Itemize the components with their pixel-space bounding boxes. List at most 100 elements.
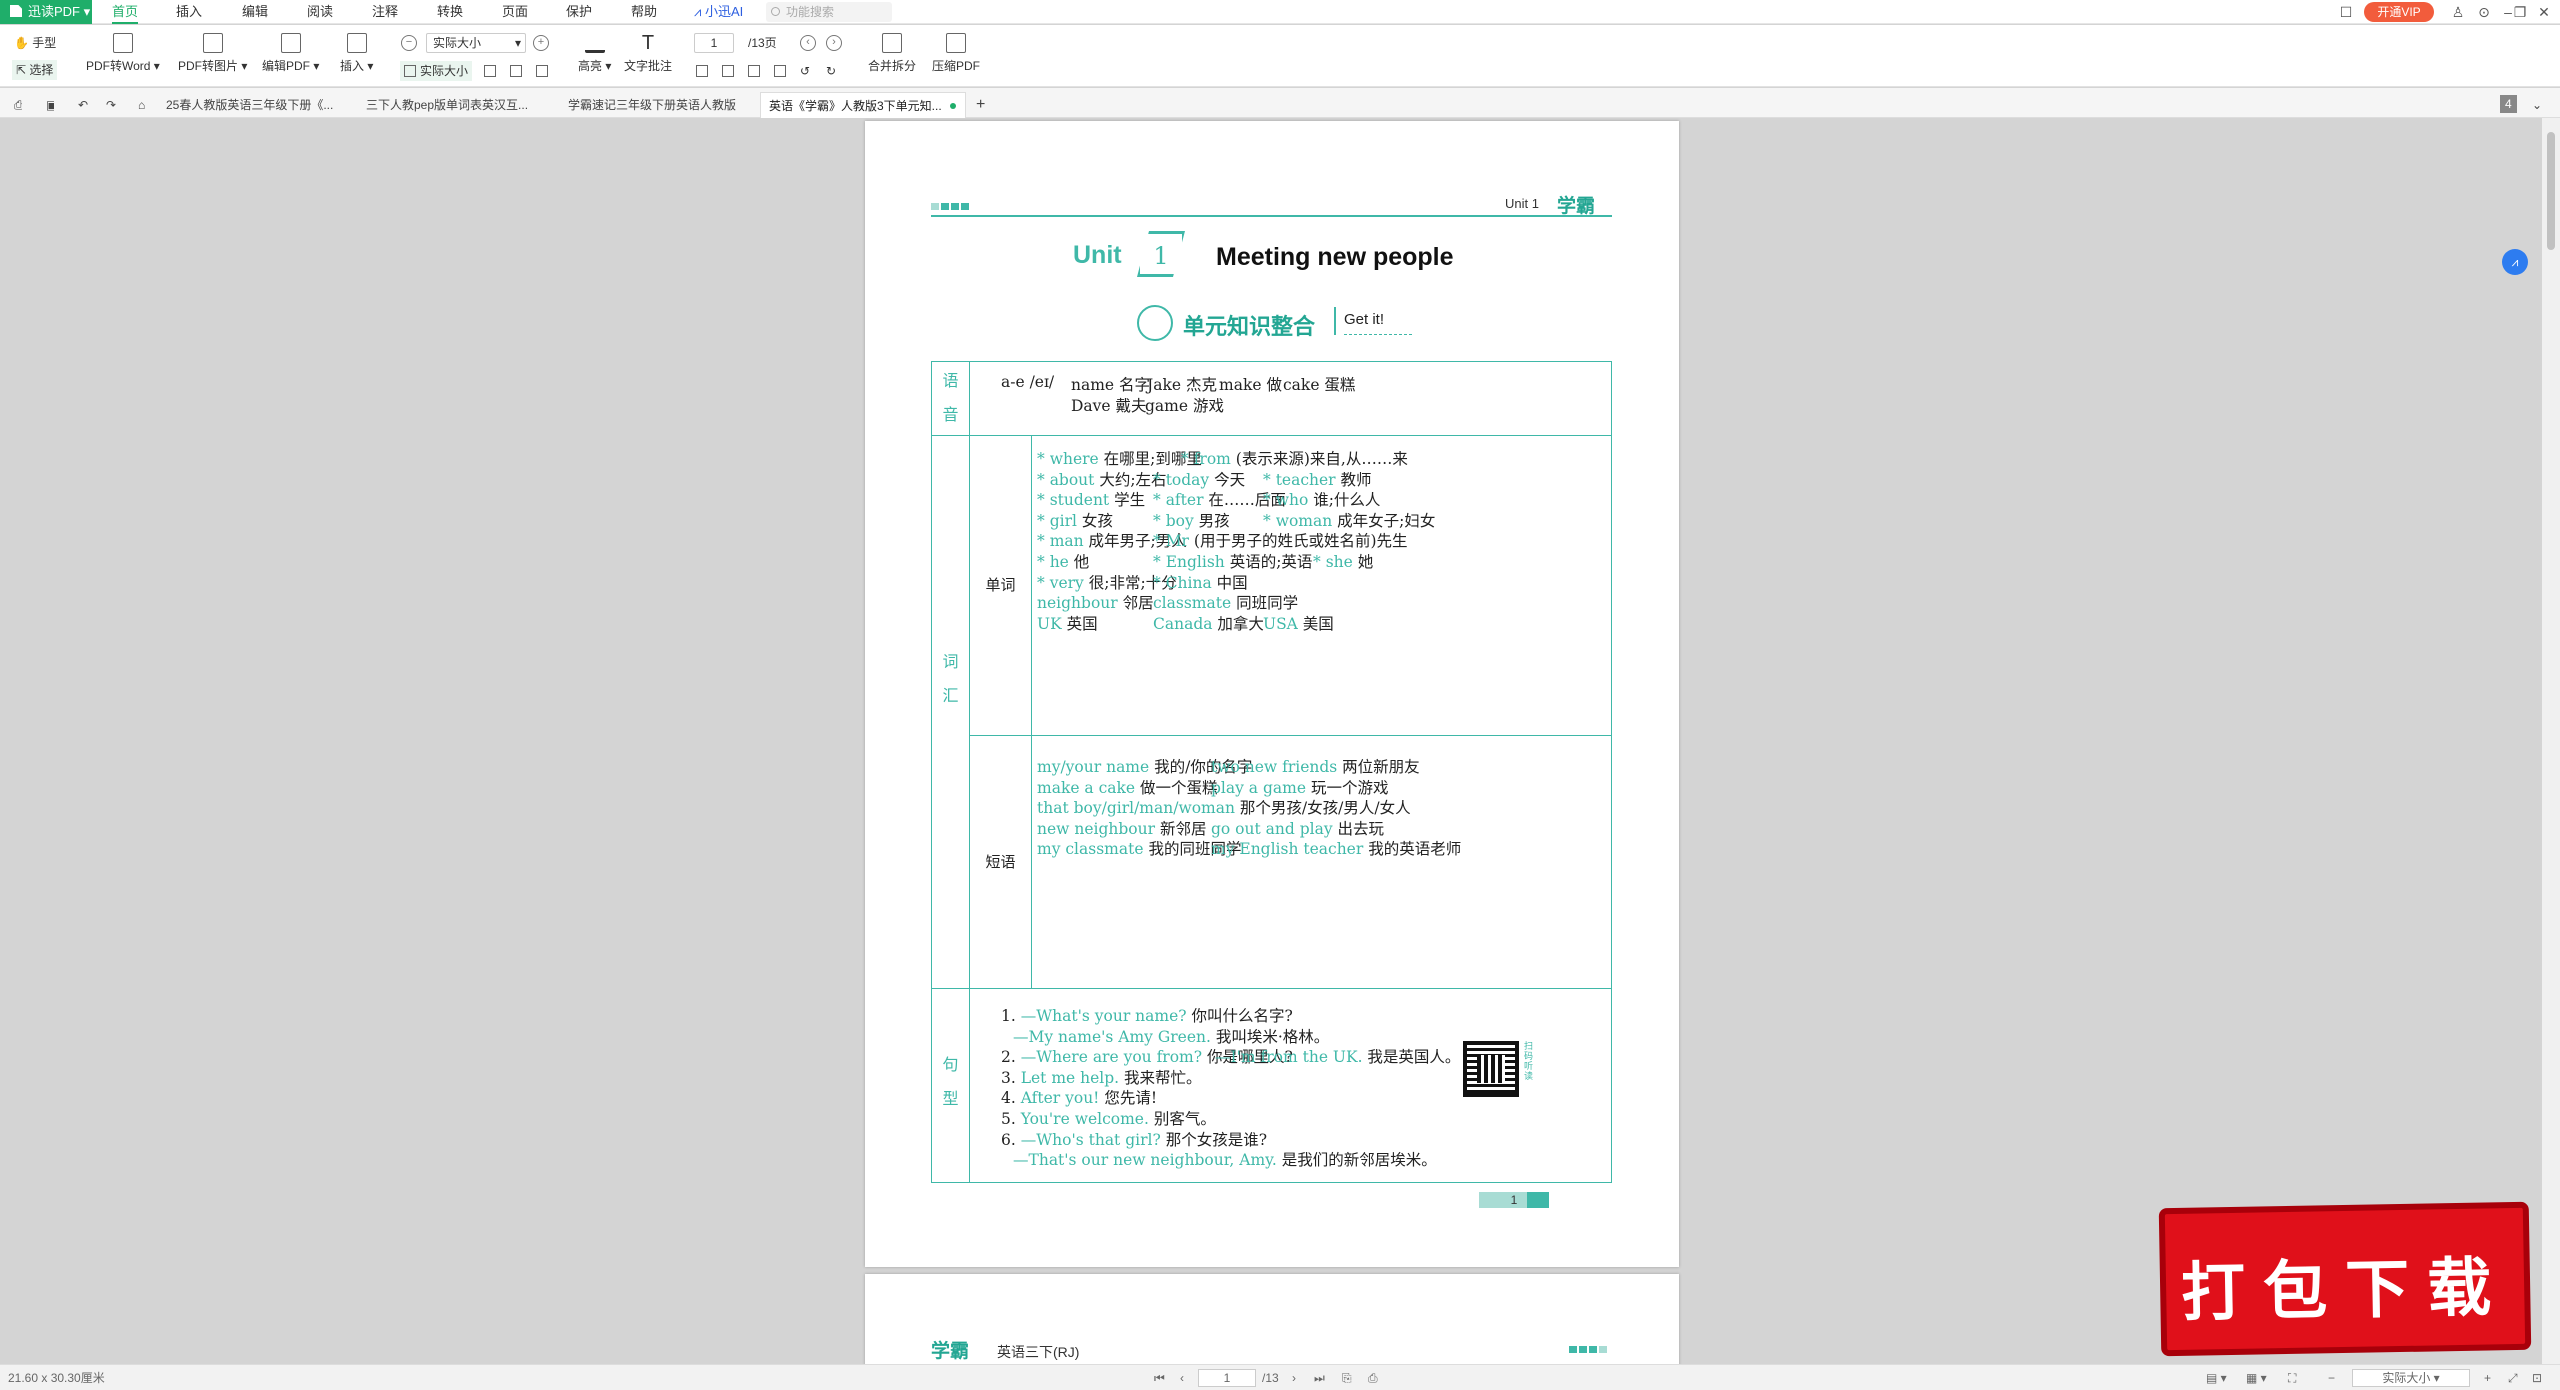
- insert-button[interactable]: 插入 ▾: [340, 33, 373, 74]
- merge-split-button[interactable]: 合并拆分: [868, 33, 916, 74]
- entry-english: play a game: [1211, 778, 1307, 797]
- scrollbar-thumb[interactable]: [2547, 132, 2555, 250]
- menu-home[interactable]: 首页: [112, 0, 139, 24]
- sentence-english: —That's our new neighbour, Amy.: [1013, 1151, 1277, 1170]
- app-menu-button[interactable]: 迅读PDF ▾: [0, 0, 92, 24]
- single-page-icon[interactable]: [696, 61, 712, 81]
- word-icon: [112, 33, 133, 53]
- status-next-page-icon[interactable]: ›: [1292, 1365, 1296, 1390]
- status-zoom-out-icon[interactable]: −: [2328, 1365, 2335, 1390]
- menu-edit[interactable]: 编辑: [242, 0, 268, 24]
- view-mode-icon[interactable]: ▤ ▾: [2206, 1365, 2227, 1390]
- status-page-total: /13: [1262, 1371, 1279, 1385]
- menu-insert[interactable]: 插入: [176, 0, 202, 24]
- ai-icon: ⩘: [694, 4, 702, 19]
- entry-chinese: 她: [1352, 553, 1374, 571]
- highlight-button[interactable]: 高亮 ▾: [578, 33, 611, 74]
- feature-search-input[interactable]: 功能搜索: [766, 2, 892, 22]
- next-page-icon[interactable]: ›: [826, 35, 842, 51]
- fit-width-glyph: [484, 65, 496, 77]
- page-history-back-icon[interactable]: ⎘: [1342, 1365, 1352, 1390]
- undo-icon[interactable]: ↶: [70, 92, 88, 118]
- save-icon[interactable]: ▣: [38, 92, 54, 118]
- vertical-scrollbar[interactable]: [2542, 118, 2560, 1364]
- running-brand-logo: 学霸: [1557, 195, 1596, 217]
- floating-ai-icon[interactable]: ⩘: [2502, 249, 2528, 275]
- read-mode-icon[interactable]: ⊡: [2532, 1365, 2542, 1390]
- message-icon[interactable]: ☐: [2334, 0, 2358, 24]
- menu-convert[interactable]: 转换: [437, 0, 463, 24]
- vip-button[interactable]: 开通VIP: [2364, 2, 2434, 22]
- entry-english: about: [1049, 470, 1095, 489]
- text-note-button[interactable]: T 文字批注: [624, 33, 672, 74]
- book-mode-icon[interactable]: [774, 61, 790, 81]
- table-entry: * Mr (用于男子的姓氏或姓名前)先生: [1153, 529, 1408, 551]
- entry-chinese: 同班同学: [1231, 594, 1299, 613]
- layout-icon[interactable]: ▦ ▾: [2246, 1365, 2267, 1390]
- menu-read[interactable]: 阅读: [307, 0, 333, 24]
- text-mode-icon[interactable]: [536, 61, 552, 81]
- sentence-number: 6.: [1001, 1130, 1021, 1149]
- tab-list-icon[interactable]: ⌄: [2524, 92, 2542, 118]
- rotate-right-icon[interactable]: ↻: [826, 61, 836, 81]
- select-tool[interactable]: ⇱ 选择: [12, 60, 58, 80]
- entry-chinese: 今天: [1209, 470, 1246, 489]
- redo-icon[interactable]: ↷: [98, 92, 116, 118]
- fit-icon[interactable]: ⤢: [2508, 1365, 2518, 1390]
- table-entry: that boy/girl/man/woman 那个男孩/女孩/男人/女人: [1037, 796, 1411, 818]
- status-zoom-in-icon[interactable]: +: [2484, 1365, 2491, 1390]
- hand-tool[interactable]: ✋ 手型: [14, 33, 56, 53]
- zoom-in-icon[interactable]: +: [533, 35, 549, 51]
- tab-doc-3[interactable]: 学霸速记三年级下册英语人教版: [560, 92, 750, 118]
- menu-annotate[interactable]: 注释: [372, 0, 398, 24]
- sentence-row: —I'm from the UK. 我是英国人。: [1215, 1045, 1460, 1067]
- star-icon: *: [1153, 470, 1166, 489]
- restore-icon[interactable]: ❐: [2508, 0, 2532, 24]
- rotate-left-icon[interactable]: ↺: [800, 61, 810, 81]
- entry-english: that boy/girl/man/woman: [1037, 799, 1235, 818]
- last-page-icon[interactable]: ⏭: [1314, 1365, 1325, 1390]
- page-history-forward-icon[interactable]: ⎙: [1368, 1365, 1378, 1390]
- tab-count-badge[interactable]: 4: [2500, 95, 2517, 113]
- fullscreen-icon[interactable]: ⛶: [2288, 1365, 2296, 1390]
- menu-ai[interactable]: ⩘ 小迅AI: [694, 0, 743, 24]
- menu-help[interactable]: 帮助: [631, 0, 657, 24]
- compress-label: 压缩PDF: [932, 59, 981, 73]
- zoom-select[interactable]: 实际大小 ▾: [426, 33, 526, 53]
- zoom-out-icon[interactable]: −: [401, 35, 417, 51]
- status-zoom-select[interactable]: 实际大小 ▾: [2352, 1369, 2470, 1387]
- print-icon[interactable]: ⎙: [6, 92, 22, 118]
- fit-page-icon[interactable]: [510, 61, 526, 81]
- status-page-input[interactable]: 1: [1198, 1369, 1256, 1387]
- cat-char: 句: [942, 1057, 959, 1074]
- double-page-glyph: [722, 65, 734, 77]
- double-page-icon[interactable]: [722, 61, 738, 81]
- pdf-to-image-button[interactable]: PDF转图片 ▾: [178, 33, 247, 74]
- tab-doc-2[interactable]: 三下人教pep版单词表英汉互...: [358, 92, 538, 118]
- prev-page-icon[interactable]: ‹: [800, 35, 816, 51]
- actual-size-button[interactable]: 实际大小: [400, 61, 473, 81]
- continuous-icon[interactable]: [748, 61, 764, 81]
- qr-code[interactable]: [1463, 1041, 1519, 1097]
- menu-protect[interactable]: 保护: [566, 0, 592, 24]
- cat-char: 音: [942, 407, 959, 424]
- fit-width-icon[interactable]: [484, 61, 500, 81]
- user-avatar-icon[interactable]: ♙: [2446, 0, 2470, 24]
- page-number-input[interactable]: 1: [694, 33, 734, 53]
- new-tab-icon[interactable]: +: [968, 92, 988, 118]
- skin-icon[interactable]: ⊙: [2472, 0, 2496, 24]
- status-prev-page-icon[interactable]: ‹: [1180, 1365, 1184, 1390]
- first-page-icon[interactable]: ⏮: [1154, 1365, 1165, 1390]
- home-icon[interactable]: ⌂: [130, 92, 150, 118]
- star-icon: *: [1263, 511, 1276, 530]
- edit-pdf-button[interactable]: 编辑PDF ▾: [262, 33, 319, 74]
- star-icon: *: [1153, 491, 1166, 510]
- close-icon[interactable]: ✕: [2532, 0, 2556, 24]
- tab-doc-4[interactable]: 英语《学霸》人教版3下单元知...: [760, 92, 966, 118]
- pdf-to-word-button[interactable]: PDF转Word ▾: [86, 33, 160, 74]
- compress-button[interactable]: 压缩PDF: [932, 33, 980, 74]
- sentence-row: 6. —Who's that girl? 那个女孩是谁?: [1001, 1128, 1267, 1150]
- menu-page[interactable]: 页面: [502, 0, 528, 24]
- cat-char: 汇: [942, 688, 959, 705]
- tab-doc-1[interactable]: 25春人教版英语三年级下册《...: [158, 92, 348, 118]
